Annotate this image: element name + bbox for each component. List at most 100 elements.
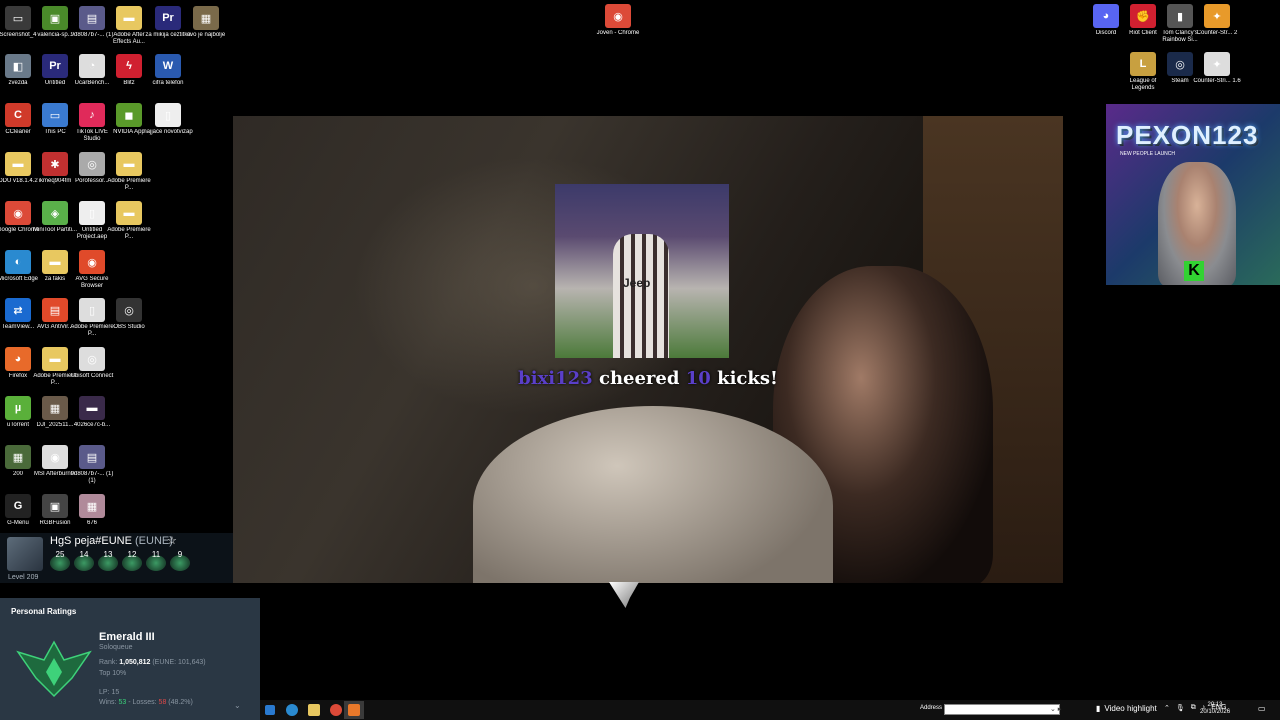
desktop-icon[interactable]: ▬ Adobe Premiere P...	[104, 152, 154, 192]
app-icon: ◔	[79, 54, 105, 78]
app-icon: ▦	[79, 494, 105, 518]
clock[interactable]: 20:13 20/10/2026	[1200, 702, 1230, 716]
winrate: (48.2%)	[166, 699, 193, 706]
app-icon: ◐	[5, 250, 31, 274]
app-icon: ▭	[5, 6, 31, 30]
microphone-icon[interactable]: 🎙	[1176, 704, 1185, 712]
desktop-icon-label: 9d8087b7-... (1) (1)	[70, 471, 114, 484]
app-icon: L	[1130, 52, 1156, 76]
desktop-icon-label: ovo je najbolje	[186, 32, 226, 38]
losses-label: - Losses:	[126, 699, 159, 706]
clock-date: 20/10/2026	[1200, 709, 1231, 715]
desktop-icon-label: Counter-Stri... 1.6	[1193, 78, 1241, 84]
desktop-icon-label: AVG Secure Browser	[75, 276, 109, 289]
desktop-icon-label: 676	[86, 520, 97, 526]
rank-value: 1,050,812	[119, 659, 151, 666]
desktop-icon[interactable]: ▬ 4026ce7c-b...	[67, 396, 117, 429]
network-icon[interactable]: ⧉	[1191, 704, 1196, 712]
mastery-level: 25	[55, 550, 65, 559]
desktop-icon[interactable]: ◎ Ubisoft Connect	[67, 347, 117, 380]
personal-ratings-header: Personal Ratings	[11, 607, 77, 616]
app-icon: ▬	[42, 347, 68, 371]
champion-mastery-badge: 11	[146, 550, 166, 572]
champion-mastery-badge: 12	[122, 550, 142, 572]
desktop-icon[interactable]: ◎ OBS Studio	[104, 298, 154, 331]
desktop-icon[interactable]: ✦ Counter-Str... 2	[1192, 4, 1242, 37]
league-profile-header: HgS peja#EUNE (EUNE) ☆ Level 209 25 14 13 1…	[0, 533, 233, 583]
desktop-icon[interactable]: Wcifra telefon	[143, 54, 193, 87]
desktop-icon-label: 4026ce7c-b...	[73, 422, 111, 428]
cheer-alert: bixi123 cheered 10 kicks!	[233, 368, 1063, 389]
desktop-icon-label: Adobe Premiere P...	[107, 178, 151, 191]
summoner-name-line: HgS peja#EUNE (EUNE)	[50, 535, 173, 547]
rank-name: Emerald III	[99, 631, 155, 643]
alert-amount: 10	[685, 368, 711, 389]
webcam-title: PEXON123	[1116, 120, 1259, 150]
app-icon: ⇄	[5, 298, 31, 322]
app-icon: ▭	[42, 103, 68, 127]
video-highlight-icon: ▮	[1096, 704, 1101, 713]
desktop-icon[interactable]: ✦ Counter-Stri... 1.6	[1192, 52, 1242, 85]
alert-cheered: cheered	[598, 368, 680, 389]
app-icon: ▦	[5, 445, 31, 469]
desktop-icon-label: Ubisoft Connect	[70, 373, 114, 379]
address-go-icon[interactable]: ⌄ ▸	[1050, 705, 1061, 713]
app-icon: ✱	[42, 152, 68, 176]
chrome-taskbar-icon[interactable]	[326, 701, 346, 719]
champion-mastery-badge: 9	[170, 550, 190, 572]
desktop-icon[interactable]: ◉ Joven - Chrome	[593, 4, 643, 37]
desktop-icon[interactable]: ▬ Adobe Premiere P...	[104, 201, 154, 241]
app-icon: ◼	[116, 103, 142, 127]
desktop-icon[interactable]: ◉ AVG Secure Browser	[67, 250, 117, 290]
app-icon: Pr	[42, 54, 68, 78]
app-icon: ▯	[79, 298, 105, 322]
address-label: Address	[920, 705, 943, 711]
league-points: LP: 15	[99, 689, 120, 696]
video-highlight-button[interactable]: ▮ Video highlight	[1096, 704, 1157, 713]
app-icon: G	[5, 494, 31, 518]
video-highlight-label: Video highlight	[1104, 704, 1157, 713]
app-icon: ▮	[1167, 4, 1193, 28]
desktop-icon[interactable]: ▯ najjace novotvizap	[143, 103, 193, 136]
app-icon: ▬	[116, 201, 142, 225]
desktop-icon-label: Counter-Str... 2	[1196, 30, 1238, 36]
desktop-icon-label: Adobe Premiere P...	[107, 227, 151, 240]
desktop-icon[interactable]: ▤ 9d8087b7-... (1) (1)	[67, 445, 117, 485]
queue-type: Soloqueue	[99, 644, 133, 651]
wins-label: Wins:	[99, 699, 119, 706]
app-icon: ✊	[1130, 4, 1156, 28]
app-icon: ▯	[155, 103, 181, 127]
notification-icon[interactable]: ▭	[1258, 704, 1266, 713]
app-icon: ϟ	[116, 54, 142, 78]
obs-taskbar-icon[interactable]	[344, 701, 364, 719]
app-icon: ▬	[116, 6, 142, 30]
summoner-name: HgS peja#EUNE	[50, 535, 132, 547]
windows-start-icon[interactable]	[260, 701, 280, 719]
app-icon: ▦	[42, 396, 68, 420]
chevron-down-icon[interactable]: ⌄	[234, 701, 241, 710]
address-input[interactable]	[944, 704, 1060, 715]
app-icon: ◉	[5, 201, 31, 225]
app-icon: C	[5, 103, 31, 127]
app-icon: ♪	[79, 103, 105, 127]
edge-taskbar-icon[interactable]	[282, 701, 302, 719]
stream-video[interactable]: Jeep bixi123 cheered 10 kicks!	[233, 116, 1063, 583]
app-icon: ◉	[79, 250, 105, 274]
desktop-icon[interactable]: ▦ 676	[67, 494, 117, 527]
alert-kicks: kicks!	[717, 368, 778, 389]
favorite-star-icon[interactable]: ☆	[167, 534, 177, 547]
tray-chevron-up-icon[interactable]: ⌃	[1164, 704, 1170, 712]
file-explorer-icon[interactable]	[304, 701, 324, 719]
win-loss: Wins: 53 - Losses: 58 (48.2%)	[99, 699, 193, 706]
desktop-icon[interactable]: ▦ ovo je najbolje	[181, 6, 231, 39]
rank-position: Rank: 1,050,812 (EUNE: 101,643)	[99, 659, 206, 666]
top-percent: Top 10%	[99, 670, 127, 677]
summoner-level: Level 209	[8, 574, 39, 581]
app-icon: ◎	[79, 347, 105, 371]
clock-time: 20:13	[1207, 702, 1223, 708]
app-icon: ◎	[116, 298, 142, 322]
webcam-subtitle: NEW PEOPLE LAUNCH	[1120, 151, 1176, 157]
champion-mastery-badge: 13	[98, 550, 118, 572]
emerald-rank-emblem-icon	[16, 640, 92, 698]
app-icon: ▬	[42, 250, 68, 274]
